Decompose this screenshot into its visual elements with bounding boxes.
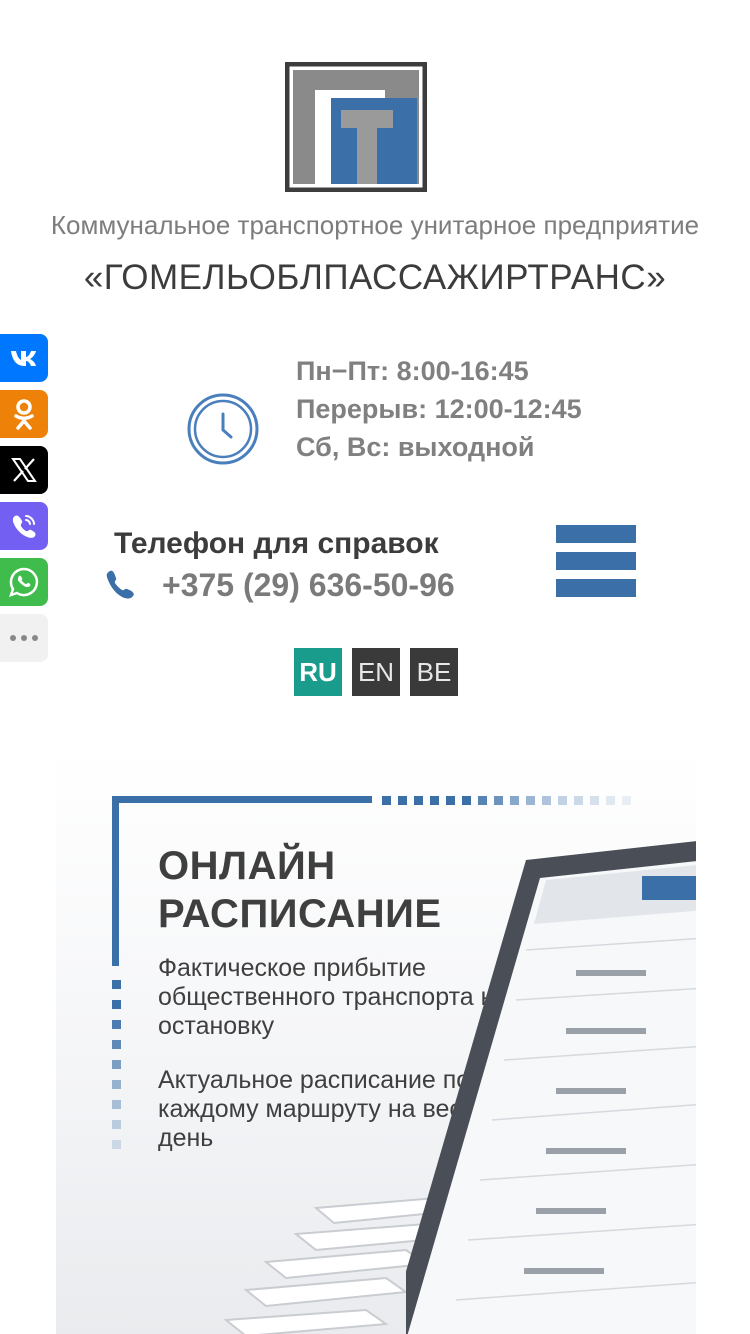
vk-share-button[interactable] <box>0 334 48 382</box>
banner-title-line2: РАСПИСАНИЕ <box>158 892 442 936</box>
org-subtitle: Коммунальное транспортное унитарное пред… <box>50 210 700 240</box>
menu-icon-bar <box>556 525 636 543</box>
hours-break: Перерыв: 12:00-12:45 <box>296 394 582 424</box>
phone-number-link[interactable]: +375 (29) 636-50-96 <box>162 567 455 604</box>
odnoklassniki-icon <box>14 399 34 430</box>
phone-label: Телефон для справок <box>114 527 439 560</box>
lang-en-button[interactable]: EN <box>352 648 400 696</box>
company-logo <box>285 62 427 192</box>
x-icon <box>11 458 37 482</box>
org-name: «ГОМЕЛЬОБЛПАССАЖИРТРАНС» <box>83 258 667 297</box>
phone-icon <box>106 570 134 599</box>
banner-title-line1: ОНЛАЙН <box>158 844 336 888</box>
lang-be-button[interactable]: BE <box>410 648 458 696</box>
working-hours: Пн−Пт: 8:00-16:45 Перерыв: 12:00-12:45 С… <box>296 352 582 466</box>
clock-icon <box>187 393 259 465</box>
viber-icon <box>12 515 36 538</box>
vk-icon <box>11 351 36 366</box>
whatsapp-share-button[interactable] <box>0 558 48 606</box>
menu-icon-bar <box>556 579 636 597</box>
banner-title: ОНЛАЙН РАСПИСАНИЕ <box>158 842 442 938</box>
menu-button[interactable] <box>556 525 636 599</box>
viber-share-button[interactable] <box>0 502 48 550</box>
menu-icon-bar <box>556 552 636 570</box>
more-share-button[interactable] <box>0 614 48 662</box>
hours-weekdays: Пн−Пт: 8:00-16:45 <box>296 356 529 386</box>
tablet-illustration <box>406 841 696 1334</box>
lang-ru-button[interactable]: RU <box>294 648 342 696</box>
share-bar <box>0 334 48 670</box>
x-share-button[interactable] <box>0 446 48 494</box>
more-icon <box>10 635 38 641</box>
ok-share-button[interactable] <box>0 390 48 438</box>
online-schedule-banner[interactable]: ОНЛАЙН РАСПИСАНИЕ Фактическое прибытие о… <box>56 750 696 1334</box>
whatsapp-icon <box>9 567 39 597</box>
hours-weekend: Сб, Вс: выходной <box>296 432 535 462</box>
